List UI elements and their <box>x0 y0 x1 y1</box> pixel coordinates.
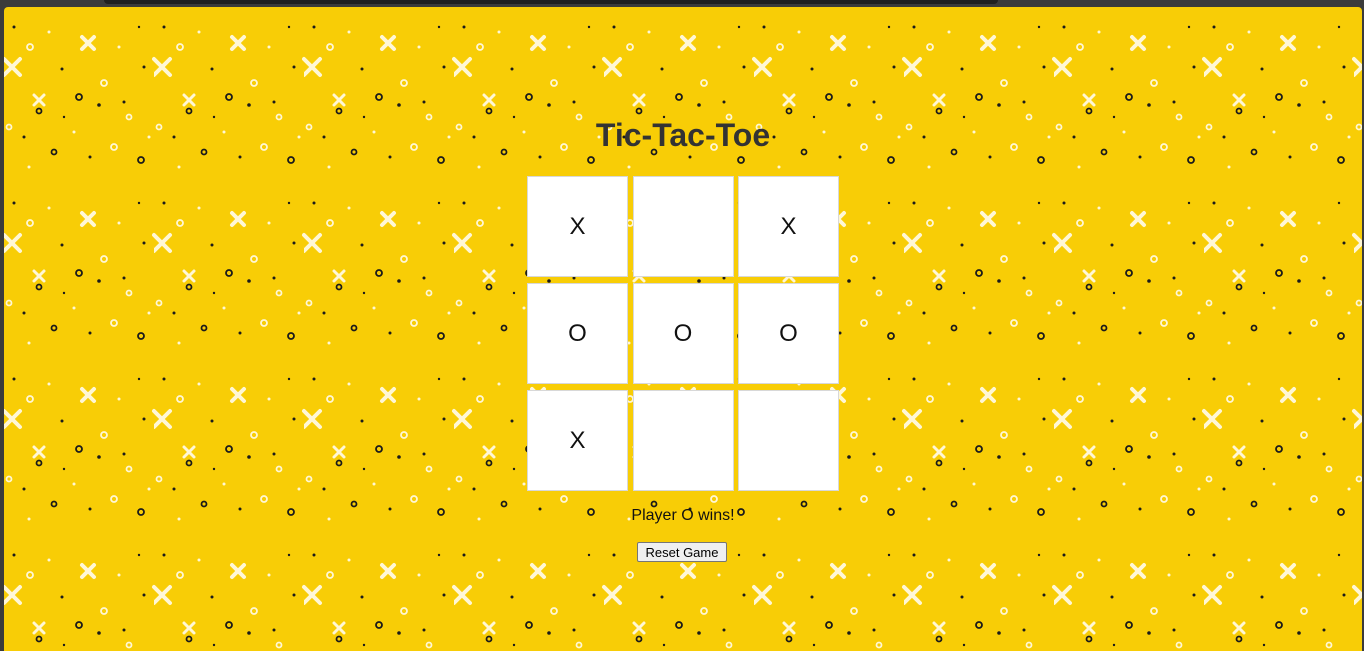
board-cell-6[interactable]: O <box>738 283 839 384</box>
game-board: X X O O O X <box>527 176 839 492</box>
board-cell-9[interactable] <box>738 390 839 491</box>
board-cell-1[interactable]: X <box>527 176 628 277</box>
game-page: Tic-Tac-Toe X X O O O X Player O wins! R… <box>4 7 1362 651</box>
board-cell-3[interactable]: X <box>738 176 839 277</box>
board-cell-5[interactable]: O <box>632 283 734 384</box>
board-cell-4[interactable]: O <box>527 283 628 384</box>
game-status: Player O wins! <box>631 507 735 524</box>
reset-game-button[interactable]: Reset Game <box>637 542 727 562</box>
board-cell-7[interactable]: X <box>527 390 628 491</box>
board-cell-8[interactable] <box>632 390 734 491</box>
board-cell-2[interactable] <box>632 176 734 277</box>
browser-tab-strip <box>104 0 998 4</box>
page-title: Tic-Tac-Toe <box>595 117 771 153</box>
